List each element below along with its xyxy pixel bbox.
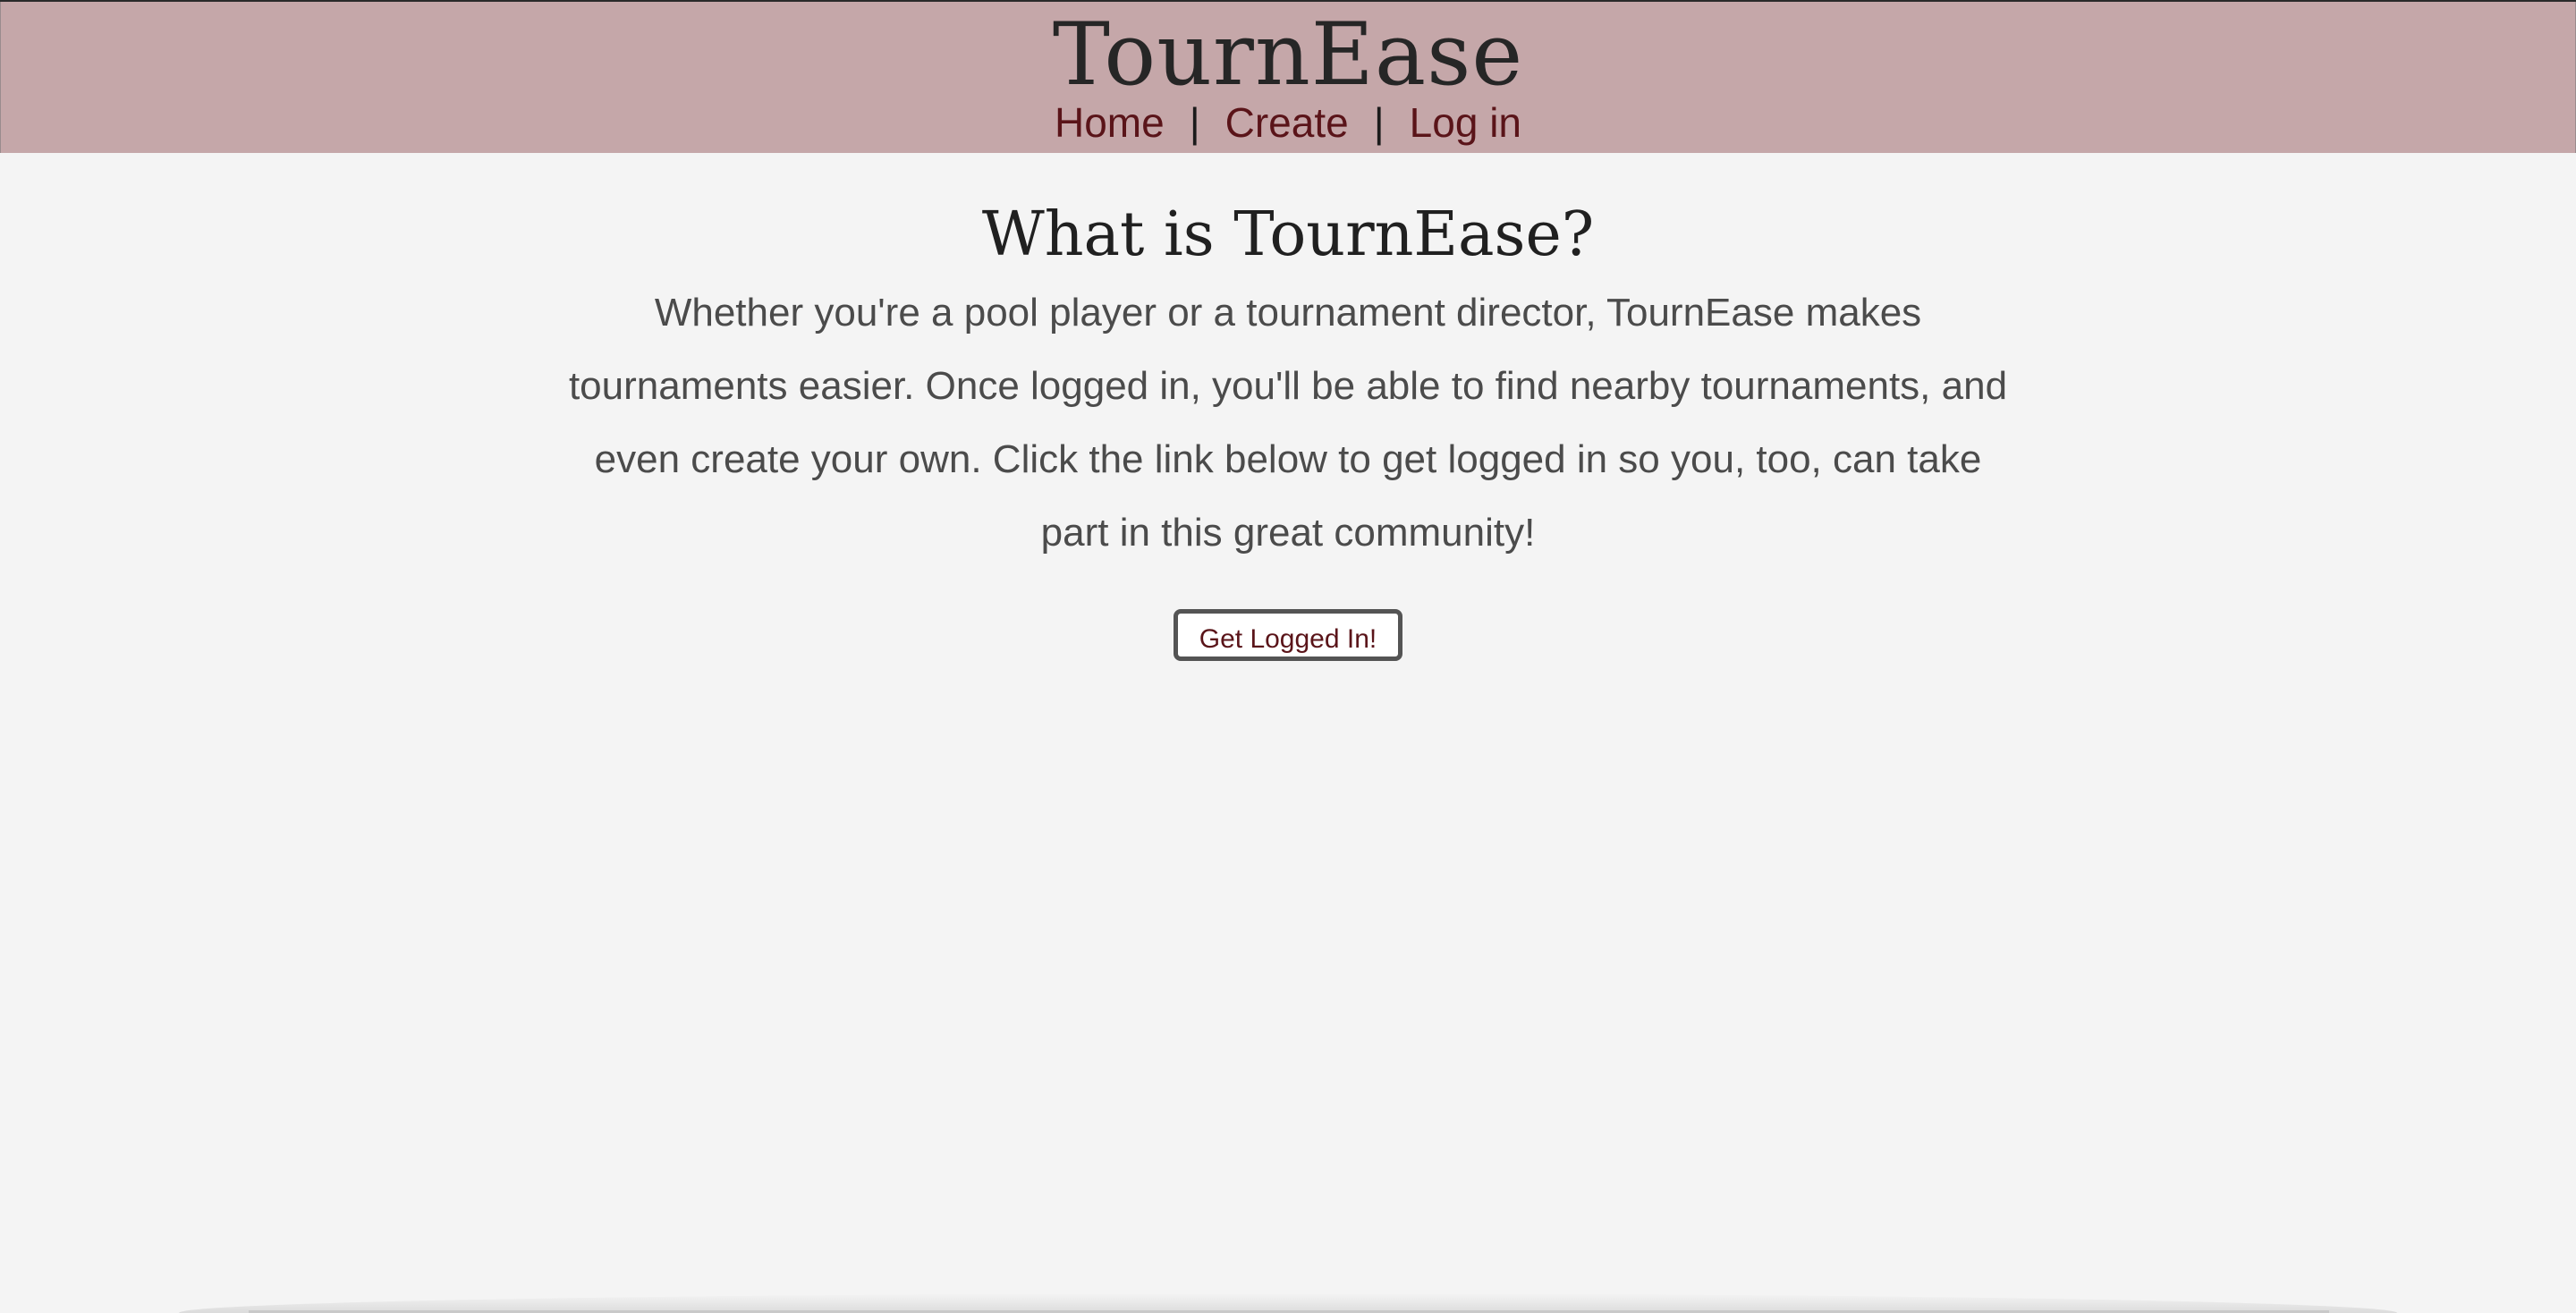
intro-paragraph: Whether you're a pool player or a tourna…	[568, 291, 2008, 555]
get-logged-in-button[interactable]: Get Logged In!	[1173, 609, 1403, 661]
nav-link-home[interactable]: Home	[1055, 99, 1165, 146]
nav-link-login[interactable]: Log in	[1410, 99, 1521, 146]
site-header: TournEase Home | Create | Log in	[0, 2, 2576, 153]
main-nav: Home | Create | Log in	[1, 98, 2575, 147]
nav-separator: |	[1373, 99, 1385, 146]
site-title: TournEase	[1052, 4, 1524, 105]
page-heading: What is TournEase?	[981, 199, 1595, 270]
nav-separator: |	[1189, 99, 1200, 146]
nav-link-create[interactable]: Create	[1225, 99, 1349, 146]
main-content: What is TournEase? Whether you're a pool…	[0, 153, 2576, 661]
